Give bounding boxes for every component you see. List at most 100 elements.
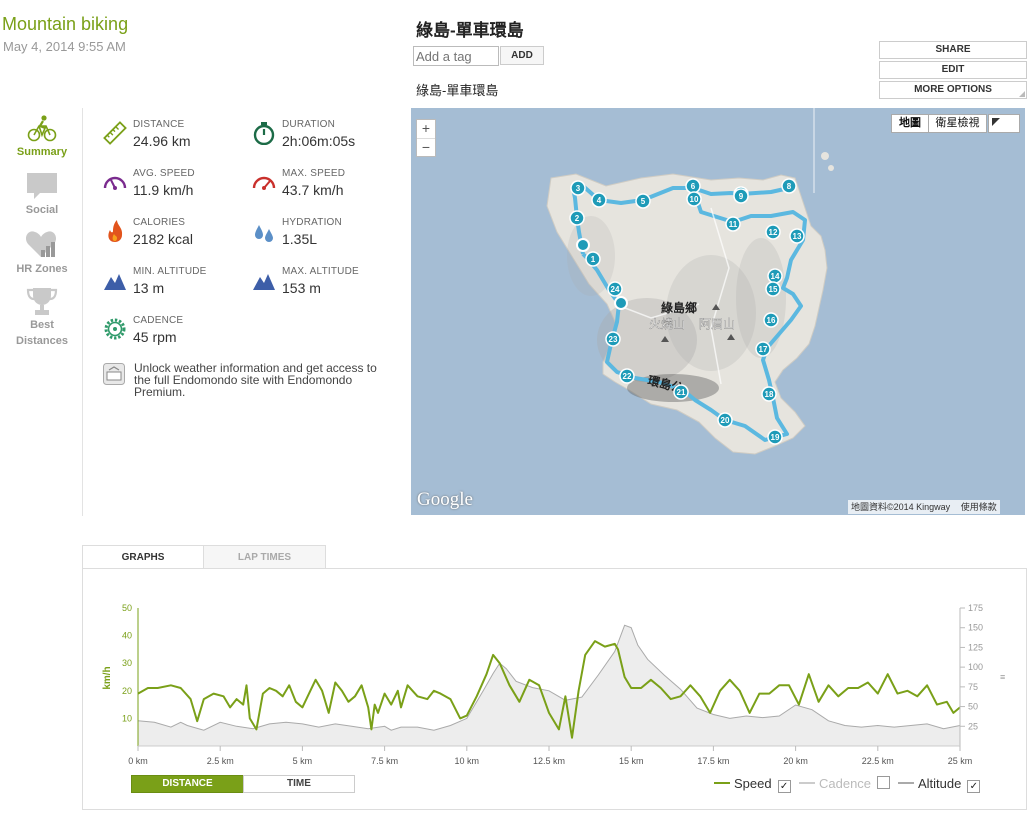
stat-value: 2h:06m:05s <box>282 133 356 149</box>
legend-checkbox[interactable]: ✓ <box>777 780 791 793</box>
nav-social-label: Social <box>25 204 59 216</box>
stat-cadence: CADENCE 45 rpm <box>103 315 253 355</box>
route-marker[interactable]: 4 <box>591 192 607 208</box>
legend-label: Cadence <box>819 776 872 791</box>
resize-corner-icon <box>1019 91 1025 97</box>
route-marker[interactable]: 10 <box>686 191 702 207</box>
edit-button[interactable]: EDIT <box>879 61 1027 79</box>
x-axis-ticks: 0 km 2.5 km 5 km 7.5 km 10 km 12.5 km 15 km 17.… <box>128 746 972 766</box>
stat-value: 11.9 km/h <box>133 182 194 198</box>
map-type-satellite-button[interactable]: 衛星檢視 <box>928 114 987 133</box>
nav-best-distances[interactable]: Best Distances <box>6 287 78 349</box>
route-marker[interactable]: 8 <box>781 178 797 194</box>
map-label-peak2: 阿眉山 <box>699 317 735 331</box>
route-marker[interactable]: 21 <box>673 384 689 400</box>
route-marker[interactable]: 15 <box>765 281 781 297</box>
svg-text:9: 9 <box>739 192 744 201</box>
x-tick-label: 25 km <box>948 756 973 766</box>
stat-duration: DURATION 2h:06m:05s <box>252 119 402 159</box>
right-tick-label: 75 <box>968 682 978 692</box>
route-marker[interactable]: 16 <box>763 312 779 328</box>
stat-label: AVG. SPEED <box>133 168 195 179</box>
x-tick-label: 10 km <box>455 756 480 766</box>
fullscreen-button[interactable] <box>988 114 1020 133</box>
premium-text: Unlock weather information and get acces… <box>134 361 377 399</box>
start-marker[interactable] <box>576 238 590 252</box>
left-tick-label: 50 <box>122 603 132 613</box>
route-marker[interactable]: 19 <box>767 429 783 445</box>
zoom-control: + − <box>416 119 436 157</box>
route-marker[interactable]: 14 <box>767 268 783 284</box>
tag-input[interactable] <box>413 46 499 66</box>
route-map[interactable]: 綠島鄉 火燒山 阿眉山 環島公 123456789101112131415161… <box>411 108 1025 515</box>
route-marker[interactable]: 23 <box>605 331 621 347</box>
tab-lap-times[interactable]: LAP TIMES <box>203 545 326 569</box>
route-marker[interactable]: 2 <box>569 210 585 226</box>
nav-summary[interactable]: Summary <box>6 114 78 158</box>
svg-text:11: 11 <box>729 220 738 229</box>
speedometer-max-icon <box>252 176 276 190</box>
mountain-icon <box>104 274 126 290</box>
distance-axis-button[interactable]: DISTANCE <box>131 775 244 793</box>
time-axis-button[interactable]: TIME <box>243 775 355 793</box>
gear-icon <box>104 318 126 340</box>
route-marker[interactable]: 20 <box>717 412 733 428</box>
stat-distance: DISTANCE 24.96 km <box>103 119 253 159</box>
x-tick-label: 22.5 km <box>862 756 894 766</box>
stat-value: 153 m <box>282 280 321 296</box>
route-marker[interactable]: 12 <box>765 224 781 240</box>
more-options-label: MORE OPTIONS <box>914 84 992 95</box>
route-marker[interactable]: 24 <box>607 281 623 297</box>
right-tick-label: 50 <box>968 702 978 712</box>
right-tick-label: 125 <box>968 642 983 652</box>
stat-value: 13 m <box>133 280 165 296</box>
route-marker[interactable]: 13 <box>789 228 805 244</box>
svg-text:23: 23 <box>609 335 618 344</box>
x-tick-label: 12.5 km <box>533 756 565 766</box>
legend-altitude[interactable]: Altitude ✓ <box>898 776 981 793</box>
nav-hr-zones[interactable]: HR Zones <box>6 229 78 275</box>
stat-label: MIN. ALTITUDE <box>133 266 207 277</box>
route-marker[interactable]: 9 <box>733 188 749 204</box>
stat-min-altitude: MIN. ALTITUDE 13 m <box>103 266 253 306</box>
more-options-button[interactable]: MORE OPTIONS <box>879 81 1027 99</box>
mountain-icon <box>253 274 275 290</box>
tab-graphs[interactable]: GRAPHS <box>82 545 204 568</box>
legend-speed[interactable]: Speed ✓ <box>714 776 791 793</box>
route-marker[interactable]: 22 <box>619 368 635 384</box>
trophy-icon <box>26 288 58 315</box>
route-marker[interactable]: 6 <box>685 178 701 194</box>
legend-checkbox[interactable] <box>877 776 891 789</box>
water-drops-icon <box>255 225 273 242</box>
x-tick-label: 5 km <box>293 756 313 766</box>
x-tick-label: 2.5 km <box>207 756 234 766</box>
zoom-in-button[interactable]: + <box>417 120 435 139</box>
route-marker[interactable]: 5 <box>635 193 651 209</box>
y-axis-label: km/h <box>102 666 113 689</box>
zoom-out-button[interactable]: − <box>417 139 435 157</box>
legend-label: Speed <box>734 776 772 791</box>
route-marker[interactable]: 11 <box>725 216 741 232</box>
route-marker[interactable]: 1 <box>585 251 601 267</box>
legend-checkbox[interactable]: ✓ <box>967 780 981 793</box>
svg-text:16: 16 <box>767 316 776 325</box>
share-button[interactable]: SHARE <box>879 41 1027 59</box>
chart-menu-icon[interactable]: ≡ <box>1000 672 1005 682</box>
stat-max-speed: MAX. SPEED 43.7 km/h <box>252 168 402 208</box>
svg-text:4: 4 <box>597 196 602 205</box>
nav-social[interactable]: Social <box>6 172 78 216</box>
right-axis-ticks: 25 50 75 100 125 150 175 <box>960 603 983 731</box>
map-type-map-button[interactable]: 地圖 <box>891 114 929 133</box>
terms-link[interactable]: 使用條款 <box>961 502 997 512</box>
x-tick-label: 7.5 km <box>371 756 398 766</box>
finish-marker[interactable] <box>614 296 628 310</box>
map-canvas: 綠島鄉 火燒山 阿眉山 環島公 123456789101112131415161… <box>546 108 834 455</box>
svg-text:6: 6 <box>691 182 696 191</box>
legend-cadence[interactable]: Cadence <box>799 776 891 791</box>
right-tick-label: 150 <box>968 623 983 633</box>
add-tag-button[interactable]: ADD <box>500 46 544 65</box>
route-marker[interactable]: 18 <box>761 386 777 402</box>
svg-text:3: 3 <box>576 184 581 193</box>
route-marker[interactable]: 3 <box>570 180 586 196</box>
route-marker[interactable]: 17 <box>755 341 771 357</box>
